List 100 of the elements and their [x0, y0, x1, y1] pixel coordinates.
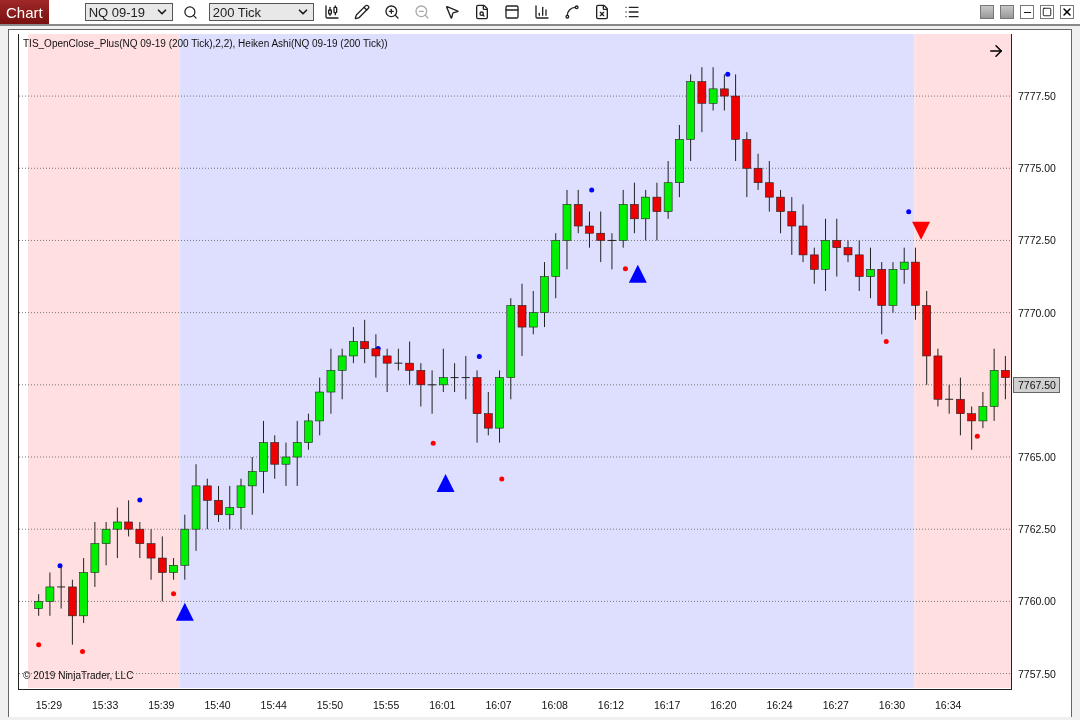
- up-triangle-marker: [175, 602, 194, 621]
- time-axis-label: 16:27: [822, 699, 849, 711]
- candle: [326, 348, 336, 415]
- candle: [214, 485, 223, 523]
- signal-dot: [974, 433, 980, 439]
- candle: [56, 564, 66, 610]
- pointer-icon: [443, 4, 460, 20]
- copyright-text: © 2019 NinjaTrader, LLC: [23, 670, 134, 681]
- time-axis-label: 15:50: [316, 699, 344, 711]
- signal-dot: [137, 497, 143, 503]
- candle: [169, 557, 178, 581]
- candle: [899, 247, 909, 285]
- candle: [270, 434, 280, 480]
- candle: [124, 499, 133, 537]
- candle: [180, 514, 190, 581]
- time-axis-label: 16:08: [541, 699, 568, 711]
- zoom-out-icon: [413, 4, 430, 20]
- price-axis-label: 7762.50: [1018, 523, 1056, 536]
- signal-dot: [80, 649, 85, 655]
- candle: [416, 362, 426, 407]
- time-axis-label: 16:30: [878, 699, 906, 711]
- candle: [45, 572, 55, 617]
- time-axis-label: 15:33: [91, 699, 119, 711]
- maximize-button[interactable]: [1040, 5, 1054, 19]
- candle: [225, 485, 235, 530]
- time-axis-label: 15:29: [35, 699, 63, 711]
- candle: [203, 478, 212, 530]
- pencil-icon: [353, 4, 370, 20]
- time-axis-label: 16:07: [485, 699, 512, 711]
- maximize-icon: [1042, 7, 1052, 17]
- up-triangle-marker: [628, 264, 647, 283]
- price-axis-label: 7770.00: [1018, 306, 1056, 319]
- candle: [135, 521, 145, 559]
- line-nodes-icon: [563, 4, 580, 20]
- candle: [956, 377, 965, 436]
- time-axis-label: 16:34: [935, 699, 962, 711]
- signal-dot: [476, 354, 482, 360]
- down-triangle-marker: [912, 221, 931, 240]
- candle: [663, 160, 673, 220]
- bar-chart-icon: [533, 4, 550, 20]
- candle: [484, 391, 493, 436]
- time-axis-label: 16:17: [654, 699, 681, 711]
- candle: [776, 189, 785, 234]
- candle: [765, 160, 774, 213]
- instrument-dropdown[interactable]: NQ 09-19: [84, 3, 173, 21]
- candlestick-icon: [323, 4, 340, 20]
- document-search-icon: [473, 4, 490, 20]
- signal-dot: [57, 563, 63, 569]
- list-icon: [623, 4, 640, 20]
- close-icon: [1061, 6, 1073, 18]
- time-axis-label: 15:44: [260, 699, 287, 711]
- signal-dot: [883, 339, 889, 344]
- candle: [34, 593, 43, 617]
- window-control-button[interactable]: [980, 5, 994, 19]
- panel-icon: [503, 4, 520, 20]
- window-title: Chart: [0, 0, 49, 24]
- time-axis-label: 15:39: [148, 699, 175, 711]
- close-button[interactable]: [1060, 5, 1074, 19]
- interval-dropdown[interactable]: 200 Tick: [208, 3, 314, 21]
- time-axis-label: 16:12: [597, 699, 625, 711]
- candle: [315, 377, 324, 436]
- candle: [798, 203, 808, 263]
- candle: [113, 507, 122, 559]
- candle: [371, 333, 381, 379]
- candle: [652, 182, 662, 241]
- price-axis-label: 7757.50: [1018, 667, 1056, 680]
- candle: [68, 579, 77, 646]
- indicator-label: TIS_OpenClose_Plus(NQ 09-19 (200 Tick),2,2), Heiken Ashi(NQ 09-19 (200 Tick)): [23, 38, 388, 49]
- signal-dot: [622, 266, 628, 272]
- window-control-button[interactable]: [1000, 5, 1014, 19]
- time-axis-label: 16:20: [710, 699, 737, 711]
- up-triangle-marker: [436, 474, 455, 492]
- signal-dot: [36, 642, 42, 648]
- price-axis-label: 7765.00: [1018, 451, 1056, 463]
- price-axis-label: 7777.50: [1018, 90, 1056, 103]
- time-axis-label: 15:40: [204, 699, 231, 711]
- candle: [158, 535, 167, 602]
- signal-dot: [171, 591, 177, 597]
- time-axis-label: 15:55: [373, 699, 400, 711]
- candle: [888, 261, 898, 314]
- time-axis-label: 16:24: [766, 699, 793, 711]
- candle: [967, 406, 976, 451]
- signal-dot: [430, 440, 436, 446]
- candle: [247, 456, 257, 516]
- candle: [787, 196, 797, 256]
- signal-dot: [725, 71, 731, 77]
- arrow-right-icon: [990, 45, 1002, 57]
- price-axis-label: 7775.00: [1018, 162, 1056, 175]
- candle: [146, 528, 156, 581]
- candle: [236, 478, 246, 530]
- candle: [405, 341, 414, 386]
- candle: [304, 413, 313, 451]
- time-axis-label: 16:01: [429, 699, 456, 711]
- candle: [596, 211, 605, 263]
- candle: [866, 247, 875, 299]
- candle: [427, 369, 437, 415]
- minimize-button[interactable]: [1020, 5, 1034, 19]
- signal-dot: [589, 187, 595, 193]
- price-axis-label: 7760.00: [1018, 595, 1056, 608]
- candle: [720, 73, 729, 111]
